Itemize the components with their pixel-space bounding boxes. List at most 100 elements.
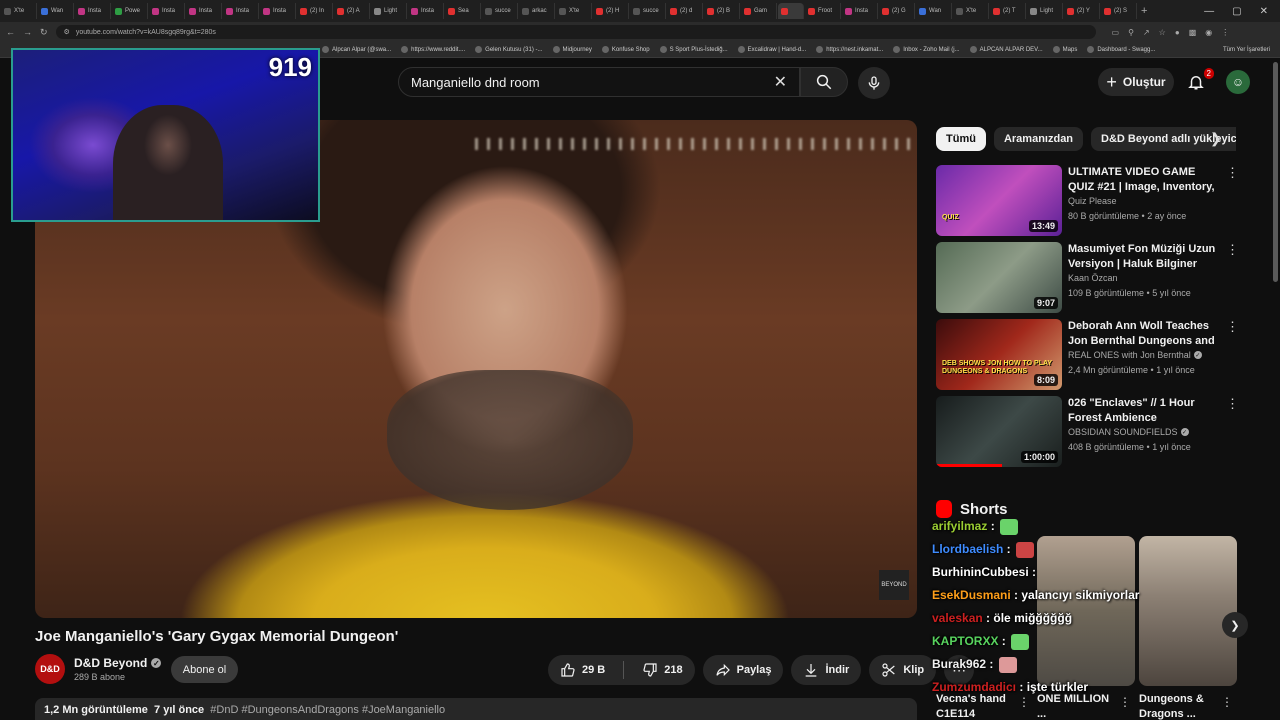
bookmark-item[interactable]: ALPCAN ALPAR DEV... (969, 46, 1043, 53)
description-box[interactable]: 1,2 Mn görüntüleme 7 yıl önce #DnD #Dung… (35, 698, 917, 720)
clip-button[interactable]: Klip (869, 655, 937, 685)
bookmark-item[interactable]: Excalidraw | Hand-d... (737, 46, 806, 53)
bookmark-item[interactable]: https://nest.inkamat... (816, 46, 883, 53)
zoom-icon[interactable]: ⚲ (1128, 28, 1134, 37)
menu-icon[interactable]: ⋮ (1221, 28, 1229, 37)
browser-tab[interactable]: X'te (953, 3, 989, 19)
reload-icon[interactable]: ↻ (40, 27, 48, 38)
video-title[interactable]: Masumiyet Fon Müziği Uzun Versiyon | Hal… (1068, 242, 1236, 272)
browser-tab[interactable]: Sea (445, 3, 481, 19)
browser-tab[interactable]: (2) H (593, 3, 629, 19)
short-item[interactable] (1139, 536, 1237, 686)
channel-name[interactable]: D&D Beyond (74, 656, 147, 670)
close-window-icon[interactable]: ✕ (1260, 6, 1268, 17)
browser-tab[interactable]: (2) G (879, 3, 915, 19)
recommended-video[interactable]: DEB SHOWS JON HOW TO PLAY DUNGEONS & DRA… (936, 319, 1239, 391)
video-thumbnail[interactable]: 9:07 (936, 242, 1062, 313)
browser-tab[interactable]: X'te (556, 3, 592, 19)
new-tab-icon[interactable]: + (1141, 5, 1147, 17)
browser-tab[interactable]: (2) B (704, 3, 740, 19)
hashtags[interactable]: #DnD #DungeonsAndDragons #JoeManganiello (210, 704, 445, 716)
video-thumbnail[interactable]: QUIZ 13:49 (936, 165, 1062, 236)
download-button[interactable]: İndir (791, 655, 862, 685)
browser-tab[interactable]: arkac (519, 3, 555, 19)
bookmark-item[interactable]: Gelen Kutusu (31) -... (475, 46, 543, 53)
short-more-icon[interactable]: ⋮ (1221, 695, 1233, 709)
browser-tab[interactable]: Gam (741, 3, 777, 19)
like-button[interactable]: 29 B (548, 655, 617, 685)
channel-name[interactable]: REAL ONES with Jon Bernthal (1068, 350, 1191, 360)
bookmark-item[interactable]: Dashboard - Swagg... (1087, 46, 1155, 53)
browser-tab[interactable]: Insta (186, 3, 222, 19)
browser-tab[interactable]: Powe (112, 3, 148, 19)
browser-tab[interactable]: (2) S (1101, 3, 1137, 19)
channel-avatar[interactable]: D&D (35, 654, 65, 684)
forward-icon[interactable]: → (23, 27, 32, 37)
video-thumbnail[interactable]: 1:00:00 (936, 396, 1062, 467)
all-bookmarks[interactable]: Tüm Yer İşaretleri (1220, 47, 1280, 53)
more-vertical-icon[interactable]: ⋮ (1226, 165, 1239, 181)
browser-tab[interactable]: succe (482, 3, 518, 19)
browser-tab[interactable]: Froot (805, 3, 841, 19)
profile-icon[interactable]: ◉ (1205, 28, 1212, 37)
video-title[interactable]: ULTIMATE VIDEO GAME QUIZ #21 | Image, In… (1068, 165, 1236, 195)
browser-tab[interactable]: Insta (260, 3, 296, 19)
browser-tab[interactable]: succe (630, 3, 666, 19)
recommended-video[interactable]: 1:00:00 026 "Enclaves" // 1 Hour Forest A… (936, 396, 1239, 468)
browser-tab[interactable]: Insta (408, 3, 444, 19)
browser-tab[interactable]: Insta (842, 3, 878, 19)
browser-tab[interactable] (778, 3, 804, 19)
bookmark-item[interactable]: S Sport Plus-İstediğ... (659, 46, 728, 53)
browser-tab[interactable]: Wan (38, 3, 74, 19)
channel-name[interactable]: OBSIDIAN SOUNDFIELDS (1068, 427, 1178, 437)
browser-tab[interactable]: (2) d (667, 3, 703, 19)
more-vertical-icon[interactable]: ⋮ (1226, 396, 1239, 412)
browser-tab[interactable]: (2) A (334, 3, 370, 19)
dislike-button[interactable]: 218 (630, 655, 694, 685)
browser-tab[interactable]: Light (1027, 3, 1063, 19)
search-button[interactable] (800, 67, 848, 97)
bookmark-item[interactable]: https://www.reddit.... (401, 46, 465, 53)
chevron-right-icon[interactable]: ❯ (1210, 130, 1222, 147)
subscribe-button[interactable]: Abone ol (171, 656, 238, 683)
channel-name-row[interactable]: D&D Beyond ✓ (74, 656, 162, 670)
recommended-video[interactable]: 9:07 Masumiyet Fon Müziği Uzun Versiyon |… (936, 242, 1239, 314)
maximize-icon[interactable]: ▢ (1232, 6, 1241, 17)
share-icon[interactable]: ↗ (1143, 28, 1150, 37)
filter-chip[interactable]: Aramanızdan (993, 127, 1084, 151)
recommended-video[interactable]: QUIZ 13:49 ULTIMATE VIDEO GAME QUIZ #21 | … (936, 165, 1239, 237)
browser-tab[interactable]: (2) T (990, 3, 1026, 19)
browser-tab[interactable]: Wan (916, 3, 952, 19)
browser-tab[interactable]: X'te (1, 3, 37, 19)
bookmark-item[interactable]: Midjourney (552, 46, 592, 53)
star-icon[interactable]: ☆ (1159, 28, 1166, 37)
account-avatar[interactable]: ☺ (1226, 70, 1250, 94)
browser-tab[interactable]: Light (371, 3, 407, 19)
shorts-next-button[interactable]: ❯ (1222, 612, 1248, 638)
browser-tab[interactable]: (2) In (297, 3, 333, 19)
puzzle-icon[interactable]: ▩ (1189, 28, 1197, 37)
channel-name[interactable]: Kaan Özcan (1068, 273, 1118, 283)
browser-tab[interactable]: (2) Y (1064, 3, 1100, 19)
minimize-icon[interactable]: — (1204, 6, 1214, 17)
bookmark-item[interactable]: Konfuse Shop (601, 46, 650, 53)
channel-name[interactable]: Quiz Please (1068, 196, 1117, 206)
back-icon[interactable]: ← (6, 27, 15, 37)
clear-search-icon[interactable]: ✕ (774, 72, 787, 92)
notifications-button[interactable]: 2 (1184, 68, 1214, 94)
video-thumbnail[interactable]: DEB SHOWS JON HOW TO PLAY DUNGEONS & DRA… (936, 319, 1062, 390)
search-input[interactable]: Manganiello dnd room ✕ (398, 67, 800, 97)
bookmark-item[interactable]: Maps (1052, 46, 1077, 53)
scrollbar[interactable] (1273, 62, 1278, 282)
video-title[interactable]: Deborah Ann Woll Teaches Jon Bernthal Du… (1068, 319, 1236, 349)
video-title[interactable]: 026 "Enclaves" // 1 Hour Forest Ambience (1068, 396, 1236, 426)
address-bar[interactable]: ⚙ youtube.com/watch?v=kAU8sgq89rg&t=280s (55, 25, 1096, 39)
more-vertical-icon[interactable]: ⋮ (1226, 242, 1239, 258)
voice-search-button[interactable] (858, 67, 890, 99)
channel-watermark[interactable]: BEYOND (879, 570, 909, 600)
site-info-icon[interactable]: ⚙ (64, 28, 70, 36)
cast-icon[interactable]: ▭ (1112, 28, 1120, 37)
browser-tab[interactable]: Insta (149, 3, 185, 19)
bookmark-item[interactable]: Alpcan Alpar (@swa... (322, 46, 391, 53)
extension-icon[interactable]: ● (1175, 28, 1180, 37)
